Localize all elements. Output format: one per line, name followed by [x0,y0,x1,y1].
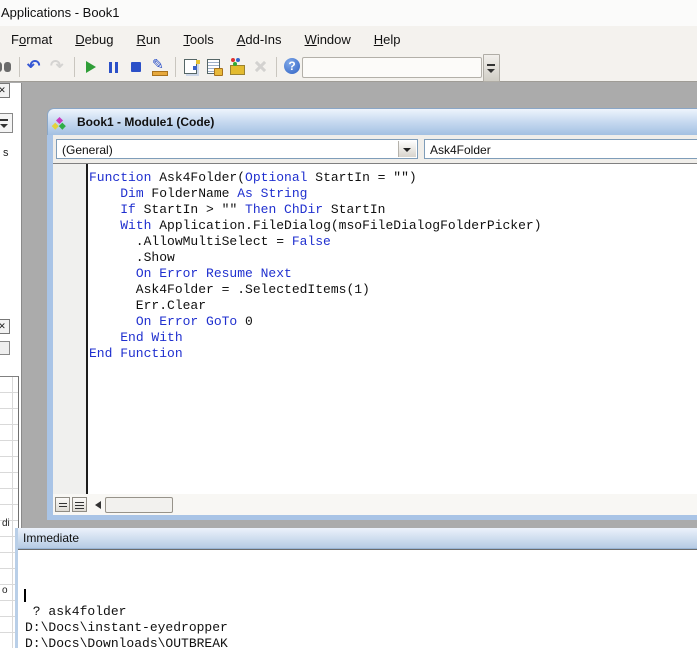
immediate-line[interactable]: D:\Docs\instant-eyedropper [25,620,697,636]
reset-icon[interactable] [125,54,148,80]
toolbar-separator [276,56,277,77]
immediate-pane[interactable]: ? ask4folder D:\Docs\instant-eyedropper D:… [18,549,697,648]
app-title-text: Applications - Book1 [1,5,120,20]
code-line[interactable]: If StartIn > "" Then ChDir StartIn [89,202,697,218]
margin-indicator-bar[interactable] [53,164,88,494]
menu-bar: Format Debug Run Tools Add-Ins Window Help [0,26,697,52]
code-line[interactable]: Function Ask4Folder(Optional StartIn = "… [89,170,697,186]
vba-editor-window: Applications - Book1 Format Debug Run Tools… [0,0,697,648]
button-fragment[interactable] [0,341,10,355]
code-line[interactable]: End Function [89,346,697,362]
code-line[interactable]: On Error Resume Next [89,266,697,282]
full-module-view-button[interactable] [72,497,87,512]
object-dropdown-value: (General) [62,143,113,157]
code-line[interactable]: End With [89,330,697,346]
dropdown-fragment[interactable] [0,113,13,133]
toolbar-options-chevron-icon[interactable] [483,54,500,82]
immediate-window: Immediate ? ask4folder D:\Docs\instant-ey… [15,528,697,648]
design-mode-icon[interactable] [148,54,171,80]
code-line[interactable]: With Application.FileDialog(msoFileDialo… [89,218,697,234]
break-icon[interactable] [102,54,125,80]
code-window-title: Book1 - Module1 (Code) [77,115,215,129]
close-icon[interactable]: ✕ [0,83,10,98]
code-line[interactable]: Ask4Folder = .SelectedItems(1) [89,282,697,298]
project-explorer-icon[interactable] [180,54,203,80]
run-icon[interactable] [79,54,102,80]
combo-row: (General) Ask4Folder [53,135,697,163]
immediate-title: Immediate [23,531,80,545]
properties-window-icon[interactable] [203,54,226,80]
menu-item-tools[interactable]: Tools [174,29,222,50]
chevron-down-icon[interactable] [398,141,416,157]
menu-item-window[interactable]: Window [296,29,360,50]
clipped-text-fragment: o [2,585,8,596]
code-window: Book1 - Module1 (Code) (General) Ask4Fol… [47,108,697,520]
horizontal-scrollbar-track[interactable] [173,496,697,513]
code-pane: Function Ask4Folder(Optional StartIn = "… [53,163,697,494]
code-line[interactable]: On Error GoTo 0 [89,314,697,330]
object-browser-icon[interactable] [226,54,249,80]
code-window-body: (General) Ask4Folder Function Ask4Folder… [47,135,697,520]
undo-icon[interactable] [24,54,47,80]
procedure-dropdown-value: Ask4Folder [430,143,491,157]
vba-module-icon [55,115,71,130]
toolbar-separator [74,56,75,77]
toolbar-separator [175,56,176,77]
code-line[interactable]: Err.Clear [89,298,697,314]
find-icon[interactable] [0,54,15,80]
scroll-left-arrow-icon[interactable] [91,497,105,513]
code-window-bottom-bar [53,494,697,515]
immediate-title-bar[interactable]: Immediate [18,528,697,549]
toolbar [0,52,697,82]
toolbar-empty-slot [302,57,482,78]
help-icon[interactable] [281,54,304,80]
close-icon[interactable]: ✕ [0,319,10,334]
immediate-line[interactable]: D:\Docs\Downloads\OUTBREAK [25,636,697,648]
object-dropdown[interactable]: (General) [56,139,418,159]
procedure-view-button[interactable] [55,497,70,512]
code-line[interactable]: .AllowMultiSelect = False [89,234,697,250]
menu-item-help[interactable]: Help [365,29,410,50]
menu-item-addins[interactable]: Add-Ins [228,29,291,50]
procedure-dropdown[interactable]: Ask4Folder [424,139,697,159]
horizontal-scrollbar-thumb[interactable] [105,496,173,513]
redo-icon[interactable] [47,54,70,80]
code-line[interactable]: Dim FolderName As String [89,186,697,202]
code-window-title-bar[interactable]: Book1 - Module1 (Code) [47,108,697,135]
immediate-line[interactable]: ? ask4folder [25,604,697,620]
mdi-client-area: ✕ s ✕ di o Book1 - Module1 (Code) (Gener… [0,83,697,648]
app-title-bar[interactable]: Applications - Book1 [0,0,697,26]
menu-item-format[interactable]: Format [2,29,61,50]
code-editor[interactable]: Function Ask4Folder(Optional StartIn = "… [88,164,697,494]
clipped-text-fragment: di [2,518,10,529]
clipped-text-fragment: s [3,147,9,159]
menu-item-run[interactable]: Run [128,29,170,50]
text-caret [24,589,26,602]
menu-item-debug[interactable]: Debug [66,29,122,50]
toolbox-icon[interactable] [249,54,272,80]
toolbar-separator [19,56,20,77]
code-line[interactable]: .Show [89,250,697,266]
